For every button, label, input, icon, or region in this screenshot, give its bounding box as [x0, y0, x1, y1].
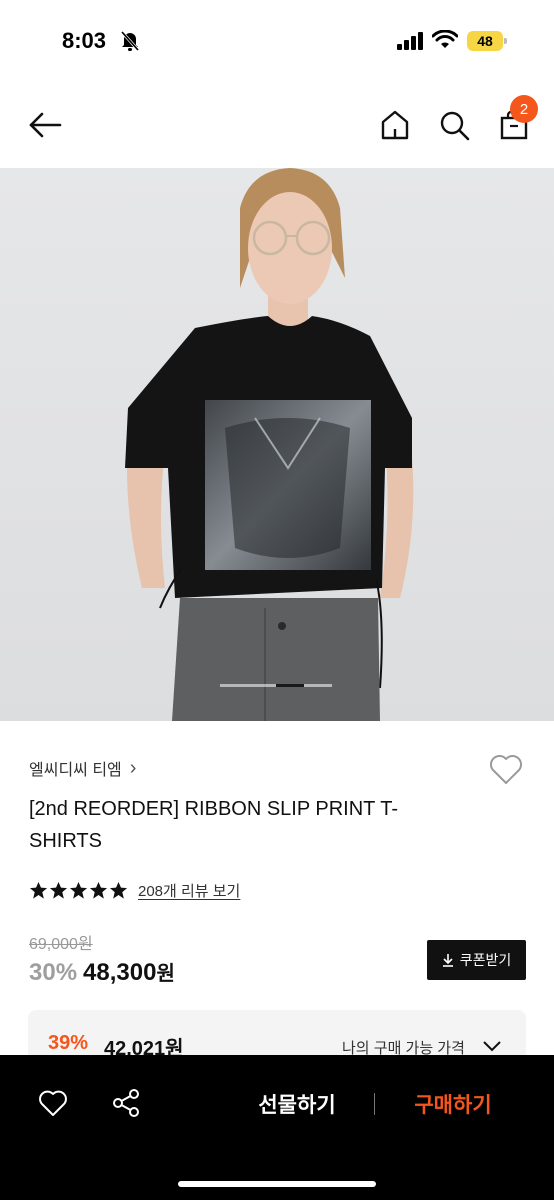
home-indicator: [178, 1181, 376, 1187]
battery-indicator: 48: [467, 31, 507, 51]
search-icon[interactable]: [437, 108, 471, 142]
wifi-icon: [432, 30, 458, 48]
carousel-indicator: [220, 684, 332, 687]
product-photo: [0, 168, 554, 721]
divider: [374, 1093, 375, 1115]
buy-button[interactable]: 구매하기: [396, 1089, 510, 1121]
product-image-carousel[interactable]: [0, 168, 554, 721]
review-link[interactable]: 208개 리뷰 보기: [138, 880, 240, 901]
product-title: [2nd REORDER] RIBBON SLIP PRINT T-SHIRTS: [29, 798, 399, 852]
coupon-button[interactable]: 쿠폰받기: [427, 940, 526, 980]
chevron-down-icon[interactable]: [482, 1038, 502, 1054]
cart-count-badge: 2: [510, 95, 538, 123]
chevron-right-icon: ›: [129, 756, 137, 779]
status-time: 8:03: [62, 28, 107, 53]
top-navigation: [0, 84, 554, 168]
battery-level: 48: [467, 31, 503, 51]
sale-price-unit: 원: [156, 963, 175, 985]
rating-row: 208개 리뷰 보기: [29, 880, 240, 901]
brand-link[interactable]: 엘씨디씨 티엠 ›: [29, 756, 136, 780]
discount-rate: 30%: [29, 959, 78, 986]
heart-icon[interactable]: [488, 752, 524, 786]
sale-price: 48,300: [83, 959, 157, 986]
my-discount-rate: 39%: [48, 1032, 89, 1054]
download-icon: [442, 954, 453, 967]
star-icon: [29, 881, 48, 899]
original-price: 69,000원: [29, 936, 93, 953]
star-icon: [69, 881, 88, 899]
battery-cap: [504, 38, 507, 44]
star-icon: [109, 881, 128, 899]
status-bar: 8:03 48: [0, 0, 554, 84]
rating-stars: [29, 881, 128, 900]
carousel-active-segment: [276, 684, 304, 687]
signal-icon: [397, 32, 423, 50]
coupon-label: 쿠폰받기: [459, 952, 512, 968]
bottom-action-bar: 선물하기 구매하기: [0, 1055, 554, 1200]
star-icon: [89, 881, 108, 899]
wishlist-heart-icon[interactable]: [38, 1089, 68, 1117]
gift-button[interactable]: 선물하기: [240, 1089, 354, 1121]
bell-off-icon: [120, 31, 140, 51]
brand-name: 엘씨디씨 티엠: [29, 762, 122, 779]
home-icon[interactable]: [378, 108, 412, 142]
back-arrow-icon[interactable]: [28, 108, 62, 142]
share-icon[interactable]: [112, 1088, 140, 1118]
star-icon: [49, 881, 68, 899]
price-row: 30% 48,300원: [29, 957, 175, 987]
